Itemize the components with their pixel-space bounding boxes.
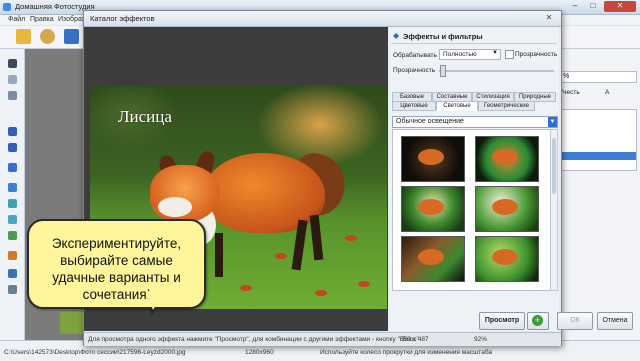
menu-edit[interactable]: Правка <box>30 16 54 23</box>
process-select[interactable]: Полностью ▼ <box>439 49 501 60</box>
fox-thumbnail <box>492 149 518 165</box>
dialog-statusbar: Для просмотра одного эффекта нажмите "Пр… <box>84 332 561 346</box>
tip-callout-text: Экспериментируйте, выбирайте самые удачн… <box>51 236 182 302</box>
tab-color[interactable]: Цветовые <box>392 101 436 111</box>
autumn-leaf <box>345 235 357 241</box>
menu-file[interactable]: Файл <box>8 16 25 23</box>
photo-caption: Лисица <box>118 107 172 126</box>
opacity-slider-thumb[interactable] <box>440 65 446 77</box>
status-file-path: C:\Users\142573\Desktop\Фото сессии\2175… <box>4 349 186 356</box>
tab-geometric[interactable]: Геометрические <box>478 101 535 111</box>
dialog-status-size: 650 x 487 <box>400 336 429 343</box>
dodge-tool-icon[interactable] <box>8 163 17 172</box>
chevron-down-icon: ▼ <box>492 50 498 56</box>
scale-field-value: % <box>563 73 570 80</box>
lasso-tool-icon[interactable] <box>8 75 17 84</box>
tab-light[interactable]: Световые <box>436 101 478 111</box>
autumn-leaf <box>275 253 287 259</box>
effect-thumbnail[interactable] <box>401 136 465 182</box>
status-hint: Используйте колесо прокрутки для изменен… <box>320 349 493 356</box>
thumbnails-scrollbar[interactable] <box>550 129 558 291</box>
open-photo-icon[interactable] <box>40 29 55 44</box>
effect-thumbnails-grid <box>392 129 552 291</box>
fox-thumbnail <box>418 199 444 215</box>
effect-thumbnail[interactable] <box>475 236 539 282</box>
tools-sidebar <box>0 49 25 340</box>
layers-list[interactable] <box>559 109 637 171</box>
divider <box>391 43 557 44</box>
fox-thumbnail <box>492 249 518 265</box>
pointer-tool-icon[interactable] <box>8 59 17 68</box>
new-folder-icon[interactable] <box>16 29 31 44</box>
autumn-leaf <box>240 285 252 291</box>
maximize-button[interactable]: □ <box>584 1 602 12</box>
brush-tool-icon[interactable] <box>8 91 17 100</box>
fox-thumbnail <box>492 199 518 215</box>
effect-thumbnail[interactable] <box>475 186 539 232</box>
effect-category-value: Обычное освещение <box>396 118 464 125</box>
chevron-down-icon[interactable]: ▼ <box>548 117 557 127</box>
app-logo-icon <box>3 3 11 11</box>
transparency-checkbox-label: Прозрачность <box>515 51 558 58</box>
ok-button[interactable]: ОК <box>557 312 593 330</box>
callout-tail-fill <box>145 291 164 310</box>
plus-icon: + <box>532 315 543 326</box>
layers-list-selected-item[interactable] <box>560 152 636 160</box>
effect-category-select[interactable]: Обычное освещение ▼ <box>392 116 558 128</box>
transparency-checkbox[interactable] <box>505 50 514 59</box>
text-tool-label: А <box>605 89 610 96</box>
process-select-value: Полностью <box>443 51 477 58</box>
effects-diamond-icon: ◆ <box>393 31 400 40</box>
status-dimensions: 1280x960 <box>245 349 274 356</box>
effects-panel: ◆ Эффекты и фильтры Обрабатывать Полност… <box>389 27 633 331</box>
effect-thumbnail[interactable] <box>401 186 465 232</box>
dialog-status-hint: Для просмотра одного эффекта нажмите "Пр… <box>88 336 419 343</box>
scale-field[interactable]: % <box>559 71 637 83</box>
zoom-tool-icon[interactable] <box>8 285 17 294</box>
rotate-tool-icon[interactable] <box>8 269 17 278</box>
color-tool-icon[interactable] <box>8 215 17 224</box>
tip-callout: Экспериментируйте, выбирайте самые удачн… <box>27 219 206 309</box>
drop-tool-icon[interactable] <box>8 127 17 136</box>
autumn-leaf <box>315 290 327 296</box>
process-label: Обрабатывать <box>393 52 437 59</box>
fill-tool-icon[interactable] <box>8 251 17 260</box>
effects-catalog-dialog: Каталог эффектов ✕ Лисица Экспериментиру… <box>27 10 633 346</box>
fox-leg <box>309 214 324 261</box>
dialog-close-icon[interactable]: ✕ <box>541 13 557 24</box>
fox-thumbnail <box>418 249 444 265</box>
account-label: Учесть <box>559 89 580 96</box>
crop-tool-icon[interactable] <box>8 231 17 240</box>
scrollbar-thumb[interactable] <box>552 138 556 194</box>
fox-leg <box>215 233 223 277</box>
effect-thumbnail[interactable] <box>401 236 465 282</box>
dialog-title: Каталог эффектов <box>90 14 155 23</box>
dialog-titlebar: Каталог эффектов ✕ <box>84 11 561 27</box>
fox-thumbnail <box>418 149 444 165</box>
blur-tool-icon[interactable] <box>8 199 17 208</box>
cancel-button[interactable]: Отмена <box>597 312 633 330</box>
close-button[interactable]: ✕ <box>604 1 636 12</box>
right-panel: % Учесть А <box>552 49 640 340</box>
minimize-button[interactable]: – <box>566 1 584 12</box>
save-icon[interactable] <box>64 29 79 44</box>
autumn-leaf <box>358 281 370 287</box>
effects-panel-header: Эффекты и фильтры <box>403 32 483 41</box>
eye-tool-icon[interactable] <box>8 183 17 192</box>
opacity-label: Прозрачность <box>393 67 436 74</box>
sharpen-tool-icon[interactable] <box>8 143 17 152</box>
add-effect-button[interactable]: + <box>527 312 549 330</box>
opacity-slider[interactable] <box>439 70 554 72</box>
effect-thumbnail[interactable] <box>475 136 539 182</box>
fox-muzzle <box>158 197 192 217</box>
dialog-status-zoom: 92% <box>474 336 488 343</box>
preview-button[interactable]: Просмотр <box>479 312 525 330</box>
